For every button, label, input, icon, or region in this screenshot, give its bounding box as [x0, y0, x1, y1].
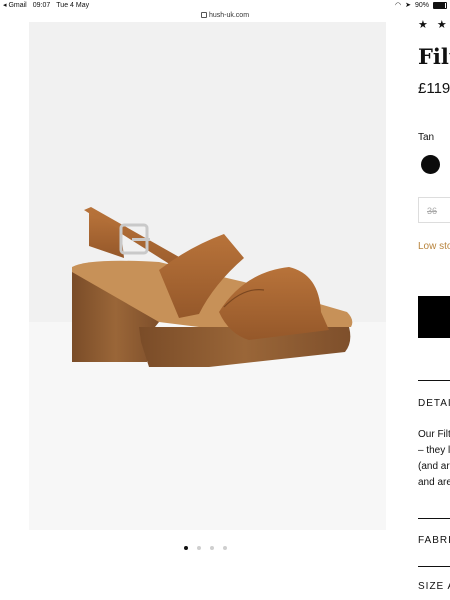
description-line: Our Filt [418, 429, 450, 440]
add-to-bag-button[interactable] [418, 296, 450, 338]
battery-icon [433, 2, 447, 9]
gallery-dot[interactable] [223, 546, 227, 550]
lock-icon [200, 12, 207, 19]
divider [418, 518, 450, 519]
product-title: Filt [418, 44, 450, 69]
description-line: – they l [418, 445, 450, 456]
colour-label: Tan [418, 132, 435, 143]
details-heading[interactable]: DETAI [418, 398, 450, 409]
address-bar[interactable]: hush-uk.com [0, 10, 450, 22]
description-line: and are [418, 477, 450, 488]
description-line: (and are [418, 461, 450, 472]
size-option[interactable]: 36 [418, 197, 450, 223]
divider [418, 380, 450, 381]
product-description: Our Filt – they l (and are and are [418, 427, 450, 491]
stock-notice: Low sto [418, 241, 450, 252]
rating-stars[interactable]: ★ ★ ★ [418, 18, 450, 31]
gallery-dot[interactable] [210, 546, 214, 550]
product-price: £119 [418, 80, 450, 97]
gallery-dot[interactable] [184, 546, 188, 550]
product-image[interactable] [29, 22, 386, 530]
url-text: hush-uk.com [208, 12, 250, 19]
fabric-heading[interactable]: FABRI [418, 535, 450, 546]
colour-swatch-black[interactable] [421, 155, 440, 174]
gallery-dot[interactable] [197, 546, 201, 550]
sandal-illustration [72, 207, 353, 367]
size-heading[interactable]: SIZE A [418, 581, 450, 592]
gallery-dots [184, 546, 227, 550]
divider [418, 566, 450, 567]
